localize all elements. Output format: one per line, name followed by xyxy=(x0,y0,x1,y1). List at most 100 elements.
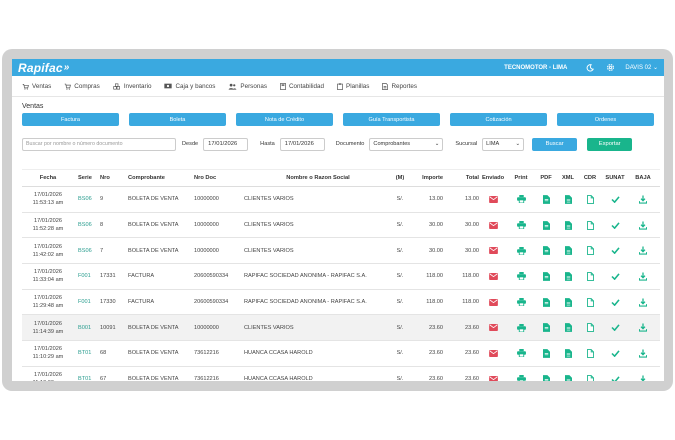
cell-serie[interactable]: BS06 xyxy=(74,196,97,202)
header-total[interactable]: Total xyxy=(443,175,479,181)
send-email-button[interactable] xyxy=(479,221,507,229)
cdr-button[interactable] xyxy=(579,323,601,333)
table-row[interactable]: 17/01/2026 11:14:39 am B001 10091 BOLETA… xyxy=(22,315,660,342)
menu-caja-bancos[interactable]: Caja y bancos xyxy=(164,83,215,90)
cell-serie[interactable]: BS06 xyxy=(74,248,97,254)
send-email-button[interactable] xyxy=(479,298,507,306)
baja-button[interactable] xyxy=(629,246,657,255)
cdr-button[interactable] xyxy=(579,246,601,256)
baja-button[interactable] xyxy=(629,323,657,332)
desde-date-input[interactable]: 17/01/2026 xyxy=(203,137,249,151)
menu-inventario[interactable]: Inventario xyxy=(113,83,151,90)
menu-contabilidad[interactable]: Contabilidad xyxy=(280,82,324,90)
baja-button[interactable] xyxy=(629,221,657,230)
cdr-button[interactable] xyxy=(579,297,601,307)
print-button[interactable] xyxy=(507,272,535,281)
logo[interactable]: Rapifac» xyxy=(18,61,70,75)
print-button[interactable] xyxy=(507,323,535,332)
send-email-button[interactable] xyxy=(479,324,507,332)
table-row[interactable]: 17/01/2026 11:10:29 am BT01 68 BOLETA DE… xyxy=(22,341,660,367)
hasta-date-input[interactable]: 17/01/2026 xyxy=(279,137,325,151)
send-email-button[interactable] xyxy=(479,272,507,280)
pdf-button[interactable] xyxy=(535,374,557,381)
table-row[interactable]: 17/01/2026 11:29:48 am F001 17330 FACTUR… xyxy=(22,290,660,316)
xml-button[interactable] xyxy=(557,194,579,204)
cotizacion-button[interactable]: Cotización xyxy=(450,113,547,126)
menu-compras[interactable]: Compras xyxy=(64,83,100,90)
pdf-button[interactable] xyxy=(535,246,557,256)
send-email-button[interactable] xyxy=(479,349,507,357)
cell-serie[interactable]: B001 xyxy=(74,325,97,331)
table-row[interactable]: 17/01/2026 11:33:04 am F001 17331 FACTUR… xyxy=(22,264,660,290)
xml-button[interactable] xyxy=(557,323,579,333)
cell-moneda: S/. xyxy=(396,247,404,254)
menu-personas[interactable]: Personas xyxy=(228,83,267,90)
user-menu[interactable]: DAVIS 02 ⌄ xyxy=(625,64,658,71)
print-button[interactable] xyxy=(507,195,535,204)
cdr-button[interactable] xyxy=(579,220,601,230)
table-row[interactable]: 17/01/2026 11:52:28 am BS06 8 BOLETA DE … xyxy=(22,213,660,239)
header-importe[interactable]: Importe xyxy=(408,175,443,181)
print-button[interactable] xyxy=(507,246,535,255)
menu-ventas[interactable]: Ventas xyxy=(22,83,51,90)
menu-reportes[interactable]: Reportes xyxy=(382,82,417,90)
baja-button[interactable] xyxy=(629,375,657,381)
cell-serie[interactable]: BS06 xyxy=(74,222,97,228)
baja-button[interactable] xyxy=(629,298,657,307)
xml-button[interactable] xyxy=(557,272,579,281)
buscar-button[interactable]: Buscar xyxy=(532,137,578,151)
factura-button[interactable]: Factura xyxy=(22,113,119,126)
baja-button[interactable] xyxy=(629,349,657,358)
table-row[interactable]: 17/01/2026 11:10:00 am BT01 67 BOLETA DE… xyxy=(22,367,660,381)
cell-serie[interactable]: F001 xyxy=(74,273,97,279)
header-nro[interactable]: Nro xyxy=(97,175,125,181)
print-button[interactable] xyxy=(507,349,535,358)
xml-button[interactable] xyxy=(557,220,579,230)
guia-transportista-button[interactable]: Guía Transportista xyxy=(343,113,440,126)
cdr-button[interactable] xyxy=(579,374,601,381)
cell-fecha: 17/01/2026 11:52:28 am xyxy=(22,217,74,233)
send-email-button[interactable] xyxy=(479,247,507,255)
cdr-button[interactable] xyxy=(579,272,601,281)
header-nombre[interactable]: Nombre o Razon Social xyxy=(242,175,392,181)
print-button[interactable] xyxy=(507,375,535,381)
cdr-button[interactable] xyxy=(579,194,601,204)
search-input[interactable]: Buscar por nombre o número documento xyxy=(22,137,176,151)
header-nro-doc[interactable]: Nro Doc xyxy=(192,175,242,181)
pdf-button[interactable] xyxy=(535,194,557,204)
pdf-button[interactable] xyxy=(535,323,557,333)
ordenes-button[interactable]: Ordenes xyxy=(557,113,654,126)
xml-button[interactable] xyxy=(557,374,579,381)
nota-credito-button[interactable]: Nota de Crédito xyxy=(236,113,333,126)
header-moneda[interactable]: (M) xyxy=(392,175,408,181)
boleta-button[interactable]: Boleta xyxy=(129,113,226,126)
print-button[interactable] xyxy=(507,298,535,307)
table-row[interactable]: 17/01/2026 11:53:13 am BS06 9 BOLETA DE … xyxy=(22,187,660,213)
pdf-button[interactable] xyxy=(535,220,557,230)
send-email-button[interactable] xyxy=(479,375,507,381)
header-fecha[interactable]: Fecha xyxy=(22,174,74,182)
header-comprobante[interactable]: Comprobante xyxy=(125,175,192,181)
baja-button[interactable] xyxy=(629,272,657,281)
baja-button[interactable] xyxy=(629,195,657,204)
xml-button[interactable] xyxy=(557,297,579,307)
print-button[interactable] xyxy=(507,221,535,230)
menu-planillas[interactable]: Planillas xyxy=(337,83,369,90)
gear-icon[interactable] xyxy=(605,63,615,73)
pdf-button[interactable] xyxy=(535,297,557,307)
moon-icon[interactable] xyxy=(585,63,595,73)
pdf-button[interactable] xyxy=(535,272,557,281)
sucursal-select[interactable]: LIMA ⌄ xyxy=(482,137,525,151)
table-row[interactable]: 17/01/2026 11:42:02 am BS06 7 BOLETA DE … xyxy=(22,238,660,265)
cell-serie[interactable]: BT01 xyxy=(74,376,97,381)
exportar-button[interactable]: Exportar xyxy=(587,137,633,151)
send-email-button[interactable] xyxy=(479,195,507,203)
xml-button[interactable] xyxy=(557,349,579,358)
cell-serie[interactable]: F001 xyxy=(74,299,97,305)
documento-select[interactable]: Comprobantes ⌄ xyxy=(369,137,444,151)
xml-button[interactable] xyxy=(557,246,579,256)
pdf-button[interactable] xyxy=(535,349,557,358)
cdr-button[interactable] xyxy=(579,349,601,358)
cell-serie[interactable]: BT01 xyxy=(74,350,97,356)
header-serie[interactable]: Serie xyxy=(74,175,97,181)
